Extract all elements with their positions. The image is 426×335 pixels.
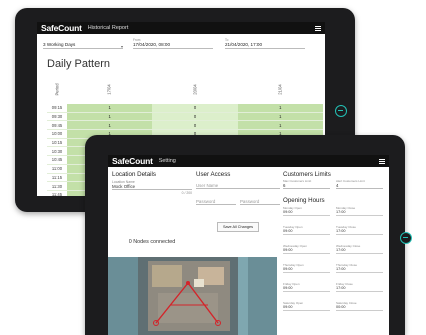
to-value: 21/04/2020, 17:00 [225,42,305,49]
count-cell: 1 [237,120,323,131]
count-cell: 1 [237,104,323,113]
column-header-period: Period [54,82,60,96]
period-select-value: 3 Working Days [43,42,123,49]
period-cell: 09:30 [47,112,67,122]
table-row: 09:15 1 0 1 [47,104,323,113]
period-cell: 11:45 [47,190,67,196]
time-value: 09:00 [283,229,330,235]
time-value: 17:00 [336,267,383,273]
camera-image [108,257,277,335]
home-button-icon[interactable] [400,232,412,244]
open-time-field[interactable]: Thursday Open 09:00 [283,263,330,273]
customers-limits-title: Customers Limits [283,171,331,178]
nodes-connected-text: 0 Nodes connected [128,239,176,245]
time-value: 09:00 [283,286,330,292]
period-cell: 11:30 [47,181,67,191]
app-header: SafeCount Setting [108,155,389,167]
nodes-status: 0 Nodes connected [112,230,192,245]
open-time-field[interactable]: Tuesday Open 09:00 [283,225,330,235]
from-value: 17/04/2020, 08:00 [133,42,213,49]
location-details-panel: Location Details Location Name Mock Offi… [112,171,192,217]
time-value: 17:00 [336,210,383,216]
open-time-field[interactable]: Monday Open 09:00 [283,206,330,216]
count-cell: 1 [67,120,153,131]
report-filters: 3 Working Days ▾ From 17/04/2020, 08:00 … [37,34,325,52]
count-cell: 1 [237,112,323,122]
camera-view [108,257,277,335]
count-cell: 0 [152,120,238,131]
period-cell: 11:15 [47,173,67,183]
count-cell: 1 [67,112,153,122]
character-counter: 0 / 200 [181,191,192,195]
close-time-field[interactable]: Thursday Close 17:00 [336,263,383,273]
column-header: 20/04 [192,83,198,95]
count-cell: 0 [152,112,238,122]
open-time-field[interactable]: Friday Open 09:00 [283,282,330,292]
setting-screen: SafeCount Setting Location Details Locat… [108,155,389,335]
close-time-field[interactable]: Friday Close 17:00 [336,282,383,292]
period-select[interactable]: 3 Working Days ▾ [43,38,123,49]
time-value: 17:00 [336,229,383,235]
menu-icon[interactable] [379,158,385,164]
period-cell: 11:00 [47,164,67,174]
time-value: 09:00 [283,305,330,311]
period-cell: 10:00 [47,129,67,139]
location-title: Location Details [112,171,157,178]
user-access-panel: User Access User Name Password Password … [196,171,280,255]
limits-and-hours-panel: Customers Limits Max Customers Limit 6 A… [283,171,387,335]
opening-hours-grid: Monday Open 09:00 Monday Close 17:00 Tuesday… [283,204,387,324]
password-input[interactable]: Password [196,199,236,205]
page-title: Setting [158,158,176,164]
user-name-input[interactable]: User Name [196,183,280,189]
period-cell: 09:15 [47,104,67,113]
to-date-field[interactable]: To 21/04/2020, 17:00 [225,38,305,49]
from-date-field[interactable]: From 17/04/2020, 08:00 [133,38,213,49]
front-tablet: SafeCount Setting Location Details Locat… [85,135,412,335]
brand-logo: SafeCount [41,23,82,33]
column-header: 17/04 [107,83,113,95]
section-title: Daily Pattern [47,58,110,70]
open-time-field[interactable]: Saturday Open 09:00 [283,301,330,311]
user-access-title: User Access [196,171,231,178]
time-value: 17:00 [336,286,383,292]
page-title: Historical Report [87,25,129,31]
period-cell: 10:30 [47,146,67,157]
brand-logo: SafeCount [112,156,153,166]
alert-limit-field[interactable]: 4 [336,183,383,189]
home-button-icon[interactable] [335,105,347,117]
close-time-field[interactable]: Monday Close 17:00 [336,206,383,216]
app-header: SafeCount Historical Report [37,22,325,34]
table-row: 09:45 1 0 1 [47,120,323,131]
opening-hours-title: Opening Hours [283,197,325,204]
period-cell: 10:15 [47,138,67,148]
time-value: 17:00 [336,248,383,254]
time-value: 09:00 [283,210,330,216]
time-value: 00:00 [336,305,383,311]
count-cell: 1 [67,104,153,113]
close-time-field[interactable]: Wednesday Close 17:00 [336,244,383,254]
count-cell: 0 [152,104,238,113]
period-cell: 09:45 [47,120,67,131]
open-time-field[interactable]: Wednesday Open 09:00 [283,244,330,254]
column-header: 21/04 [277,83,283,95]
save-all-changes-button[interactable]: Save All Changes [217,222,259,232]
period-cell: 10:45 [47,155,67,165]
close-time-field[interactable]: Tuesday Close 17:00 [336,225,383,235]
table-row: 09:30 1 0 1 [47,112,323,122]
dropdown-caret-icon: ▾ [120,44,123,49]
confirm-password-input[interactable]: Password [240,199,280,205]
location-name-field[interactable]: Mock Office [112,184,192,190]
max-limit-field[interactable]: 6 [283,183,330,189]
time-value: 09:00 [283,267,330,273]
menu-icon[interactable] [315,25,321,31]
close-time-field[interactable]: Saturday Close 00:00 [336,301,383,311]
time-value: 09:00 [283,248,330,254]
